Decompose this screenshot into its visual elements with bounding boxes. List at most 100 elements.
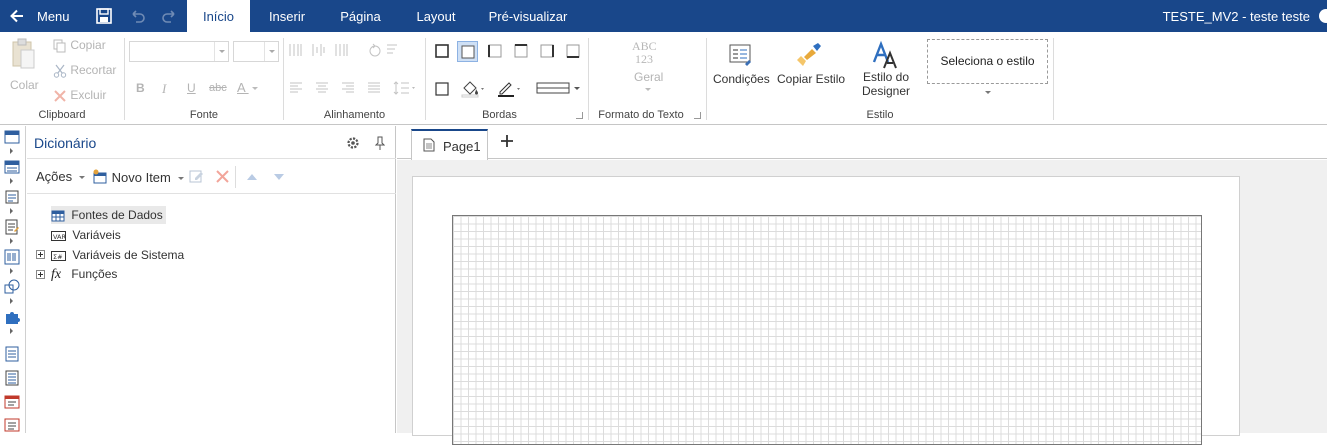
copy-button[interactable]: Copiar bbox=[53, 38, 106, 53]
add-page-icon[interactable] bbox=[499, 133, 515, 149]
underline-button[interactable]: U bbox=[187, 81, 196, 95]
delete-icon[interactable] bbox=[215, 169, 230, 184]
barcode-icon[interactable] bbox=[4, 249, 20, 265]
system-variable-icon: Σ# bbox=[51, 250, 66, 261]
align-left-icon[interactable] bbox=[289, 82, 303, 94]
user-avatar[interactable] bbox=[1319, 9, 1327, 23]
tree-item-funcoes[interactable]: fx Funções bbox=[51, 267, 117, 283]
back-arrow-icon[interactable] bbox=[8, 7, 26, 25]
rich-text-icon[interactable] bbox=[4, 417, 20, 433]
font-family-select[interactable] bbox=[129, 41, 229, 62]
strikethrough-button[interactable]: abc bbox=[209, 82, 227, 94]
text-component-icon[interactable] bbox=[4, 219, 20, 235]
text-box-icon[interactable] bbox=[4, 394, 20, 410]
tree-item-variaveis[interactable]: VAR Variáveis bbox=[51, 228, 121, 242]
group-separator bbox=[283, 38, 284, 120]
align-top-icon[interactable] bbox=[289, 42, 399, 58]
expand-caret-icon[interactable] bbox=[10, 268, 13, 274]
tab-layout[interactable]: Layout bbox=[404, 0, 468, 32]
cut-label: Recortar bbox=[70, 63, 117, 77]
expand-caret-icon[interactable] bbox=[10, 328, 13, 334]
expand-caret-icon[interactable] bbox=[10, 148, 13, 154]
move-up-icon[interactable] bbox=[246, 172, 258, 182]
style-selector[interactable]: Seleciona o estilo bbox=[927, 39, 1048, 84]
align-justify-icon[interactable] bbox=[367, 82, 381, 94]
expand-caret-icon[interactable] bbox=[10, 298, 13, 304]
page-grid[interactable] bbox=[452, 215, 1202, 445]
report-page[interactable] bbox=[412, 176, 1240, 445]
designer-style-button[interactable]: Estilo do Designer bbox=[860, 40, 912, 98]
puzzle-icon[interactable] bbox=[4, 309, 20, 325]
style-selector-caret-icon[interactable] bbox=[985, 91, 991, 94]
copy-label: Copiar bbox=[70, 38, 106, 52]
tree-item-fontes-de-dados[interactable]: Fontes de Dados bbox=[51, 206, 166, 224]
italic-button[interactable]: I bbox=[162, 81, 166, 97]
variable-icon: VAR bbox=[51, 230, 66, 241]
border-top-icon[interactable] bbox=[514, 44, 528, 58]
tab-inicio[interactable]: Início bbox=[187, 0, 250, 32]
tree-item-variaveis-de-sistema[interactable]: Σ# Variáveis de Sistema bbox=[51, 248, 184, 262]
actions-menu[interactable]: Ações bbox=[36, 169, 85, 184]
text-format-select[interactable]: Geral bbox=[634, 70, 663, 91]
list-page-icon[interactable] bbox=[4, 370, 20, 386]
group-label-alinhamento: Alinhamento bbox=[323, 109, 386, 121]
align-right-icon[interactable] bbox=[341, 82, 355, 94]
fill-color-icon[interactable] bbox=[461, 80, 487, 98]
band-icon[interactable] bbox=[4, 129, 20, 145]
designer-style-icon bbox=[872, 40, 897, 69]
group-separator bbox=[588, 38, 589, 120]
copy-style-button[interactable]: Copiar Estilo bbox=[777, 42, 845, 86]
paste-button[interactable]: Colar bbox=[10, 38, 39, 92]
line-spacing-icon[interactable] bbox=[392, 80, 418, 96]
line-color-icon[interactable] bbox=[497, 80, 523, 98]
report-work-area: Page1 bbox=[397, 126, 1327, 445]
edit-icon[interactable] bbox=[189, 169, 204, 184]
borders-dialog-launcher-icon[interactable] bbox=[576, 112, 583, 119]
tab-page1[interactable]: Page1 bbox=[411, 129, 488, 160]
border-left-icon[interactable] bbox=[488, 44, 502, 58]
group-label-estilo: Estilo bbox=[866, 109, 894, 121]
tree-item-label: Funções bbox=[71, 267, 118, 282]
border-all-icon[interactable] bbox=[435, 44, 449, 58]
component-icon[interactable] bbox=[4, 189, 20, 205]
expand-toggle-icon[interactable] bbox=[36, 270, 45, 279]
tab-pre-visualizar[interactable]: Pré-visualizar bbox=[480, 0, 576, 32]
save-icon[interactable] bbox=[95, 7, 113, 25]
shapes-icon[interactable] bbox=[4, 279, 20, 295]
cut-button[interactable]: Recortar bbox=[53, 63, 116, 78]
group-label-formato-do-texto: Formato do Texto bbox=[598, 109, 684, 121]
border-outline-icon[interactable] bbox=[435, 82, 449, 96]
paste-label: Colar bbox=[10, 78, 39, 92]
text-format-sample-123: 123 bbox=[635, 52, 653, 66]
pin-icon[interactable] bbox=[375, 136, 385, 150]
move-down-icon[interactable] bbox=[273, 172, 285, 182]
design-canvas[interactable] bbox=[397, 160, 1327, 445]
expand-toggle-icon[interactable] bbox=[36, 250, 45, 259]
bold-button[interactable]: B bbox=[136, 81, 145, 95]
font-size-select[interactable] bbox=[233, 41, 279, 62]
page-icon[interactable] bbox=[4, 346, 20, 362]
expand-caret-icon[interactable] bbox=[10, 208, 13, 214]
gear-icon[interactable] bbox=[346, 136, 360, 150]
border-bottom-icon[interactable] bbox=[566, 44, 580, 58]
tab-inserir[interactable]: Inserir bbox=[257, 0, 317, 32]
delete-label: Excluir bbox=[70, 88, 107, 102]
align-center-icon[interactable] bbox=[315, 82, 329, 94]
tree-item-label: Variáveis bbox=[72, 228, 121, 242]
expand-caret-icon[interactable] bbox=[10, 238, 13, 244]
border-right-icon[interactable] bbox=[540, 44, 554, 58]
dictionary-panel: Dicionário Ações Novo Item Fontes de Dad… bbox=[27, 126, 396, 433]
new-item-menu[interactable]: Novo Item bbox=[92, 169, 184, 185]
conditions-button[interactable]: Condições bbox=[713, 42, 770, 86]
font-color-button[interactable]: A bbox=[237, 80, 258, 95]
text-format-dialog-launcher-icon[interactable] bbox=[694, 112, 701, 119]
menu-button[interactable]: Menu bbox=[37, 9, 70, 24]
cross-band-icon[interactable] bbox=[4, 159, 20, 175]
redo-icon[interactable] bbox=[161, 7, 179, 25]
expand-caret-icon[interactable] bbox=[10, 178, 13, 184]
line-style-icon[interactable] bbox=[536, 80, 582, 96]
tab-pagina[interactable]: Página bbox=[328, 0, 393, 32]
border-none-button[interactable] bbox=[457, 41, 478, 62]
delete-button[interactable]: Excluir bbox=[53, 88, 106, 103]
undo-icon[interactable] bbox=[128, 7, 146, 25]
